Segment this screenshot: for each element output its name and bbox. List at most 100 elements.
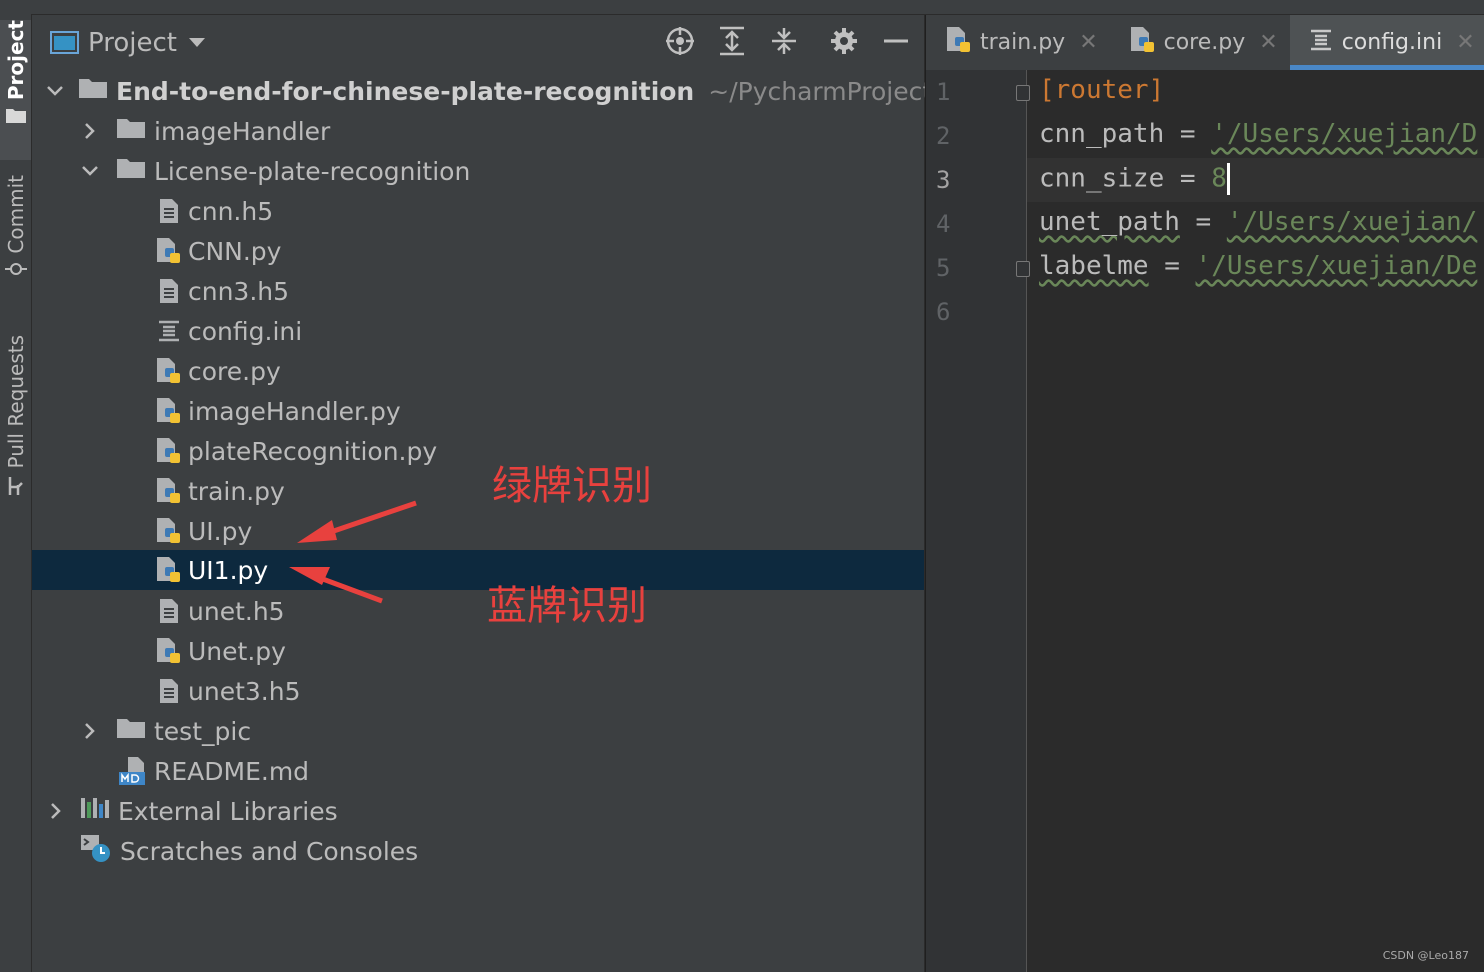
code-line-2[interactable]: cnn_path = '/Users/xuejian/D (1039, 119, 1477, 149)
code-operator: = (1164, 251, 1180, 281)
tree-item-label: CNN.py (188, 236, 282, 266)
tab-label: core.py (1163, 30, 1246, 55)
tab-config-ini[interactable]: config.ini ✕ (1289, 15, 1484, 70)
tab-core-py[interactable]: core.py ✕ (1110, 15, 1290, 70)
close-icon[interactable]: ✕ (1079, 30, 1097, 55)
tree-row-unet-py[interactable]: Unet.py (32, 631, 924, 671)
top-strip (31, 0, 1484, 15)
tree-row-cnn-h5[interactable]: cnn.h5 (32, 191, 924, 231)
code-line-3[interactable]: cnn_size = 8 (1039, 163, 1230, 195)
tree-row-external-libraries[interactable]: External Libraries (32, 791, 924, 831)
chevron-down-icon[interactable] (80, 161, 100, 181)
expand-all-icon[interactable] (716, 25, 748, 57)
chevron-right-icon[interactable] (46, 801, 66, 821)
code-line-5[interactable]: labelme = '/Users/xuejian/De (1039, 251, 1477, 281)
python-file-icon (156, 236, 182, 266)
chevron-right-icon[interactable] (80, 121, 100, 141)
commit-icon (4, 262, 27, 275)
tab-label: config.ini (1341, 30, 1443, 55)
code-line-4[interactable]: unet_path = '/Users/xuejian/ (1039, 207, 1477, 237)
python-file-icon (946, 26, 972, 60)
gear-icon[interactable] (828, 25, 860, 57)
tree-item-label: plateRecognition.py (188, 436, 438, 466)
tool-window-strip: Project Commit Pull Requests (0, 0, 32, 972)
tree-row-core-py[interactable]: core.py (32, 351, 924, 391)
sidebar-tab-project-label: Project (3, 20, 28, 101)
chevron-right-icon[interactable] (80, 721, 100, 741)
tree-item-label: UI1.py (188, 555, 269, 585)
folder-icon (116, 716, 146, 746)
library-icon (80, 796, 110, 826)
markdown-file-icon (118, 756, 148, 786)
line-number: 2 (936, 122, 951, 150)
locate-icon[interactable] (664, 25, 696, 57)
line-number: 4 (936, 210, 951, 238)
tree-row-license-plate-recognition[interactable]: License-plate-recognition (32, 151, 924, 191)
file-icon (156, 596, 182, 626)
sidebar-tab-commit-label: Commit (3, 175, 28, 254)
editor-panel: train.py ✕ core.py ✕ config.ini ✕ 1 2 3 … (925, 15, 1484, 972)
file-icon (156, 276, 182, 306)
collapse-all-icon[interactable] (768, 25, 800, 57)
code-operator: = (1179, 163, 1196, 194)
fold-marker-icon[interactable] (1016, 85, 1030, 101)
code-value: '/Users/xuejian/De (1195, 251, 1478, 281)
close-icon[interactable]: ✕ (1259, 30, 1277, 55)
config-file-icon (156, 316, 182, 346)
folder-icon (116, 116, 146, 146)
python-file-icon (156, 436, 182, 466)
tree-item-label: Scratches and Consoles (120, 836, 419, 866)
tree-row-train-py[interactable]: train.py (32, 471, 924, 511)
tree-item-label: test_pic (154, 716, 252, 746)
line-number-gutter: 1 2 3 4 5 6 (926, 70, 1027, 972)
project-window-icon (50, 30, 79, 54)
editor-tabbar: train.py ✕ core.py ✕ config.ini ✕ (926, 15, 1484, 70)
code-key: unet_path (1039, 207, 1180, 237)
sidebar-tab-project[interactable]: Project (0, 20, 31, 160)
project-panel-title[interactable]: Project (88, 28, 177, 58)
tree-item-label: imageHandler.py (188, 396, 401, 426)
tree-item-label: config.ini (188, 316, 303, 346)
tree-item-label: cnn.h5 (188, 196, 274, 226)
pull-request-icon (8, 476, 23, 495)
tree-row-test-pic[interactable]: test_pic (32, 711, 924, 751)
close-icon[interactable]: ✕ (1456, 30, 1474, 55)
sidebar-tab-commit[interactable]: Commit (0, 175, 31, 295)
tree-row-ui1-py[interactable]: UI1.py (32, 550, 924, 590)
chevron-down-icon[interactable] (188, 38, 205, 47)
tree-item-label: cnn3.h5 (188, 276, 290, 306)
chevron-down-icon[interactable] (46, 81, 64, 101)
tree-row-readme-md[interactable]: README.md (32, 751, 924, 791)
tree-row-ui-py[interactable]: UI.py (32, 511, 924, 551)
code-operator: = (1179, 119, 1196, 149)
tab-train-py[interactable]: train.py ✕ (926, 15, 1110, 70)
tree-item-label: unet.h5 (188, 596, 285, 626)
tree-item-label: unet3.h5 (188, 676, 301, 706)
tree-item-label: License-plate-recognition (154, 156, 471, 186)
tree-row-root[interactable]: End-to-end-for-chinese-plate-recognition… (32, 71, 969, 111)
file-icon (156, 676, 182, 706)
tree-row-config-ini[interactable]: config.ini (32, 311, 924, 351)
sidebar-tab-pull-requests[interactable]: Pull Requests (0, 335, 31, 515)
tree-row-cnn3-h5[interactable]: cnn3.h5 (32, 271, 924, 311)
tree-row-imagehandler-py[interactable]: imageHandler.py (32, 391, 924, 431)
tree-item-label: train.py (188, 476, 285, 506)
code-operator: = (1195, 207, 1212, 237)
annotation-green-plate: 绿牌识别 (492, 463, 652, 509)
line-number: 6 (936, 298, 951, 326)
tree-row-platerecognition-py[interactable]: plateRecognition.py (32, 431, 924, 471)
tree-row-scratches[interactable]: Scratches and Consoles (32, 831, 924, 871)
hide-icon[interactable] (880, 25, 912, 57)
fold-marker-icon[interactable] (1016, 261, 1030, 277)
text-caret (1226, 163, 1230, 195)
tree-item-label: External Libraries (118, 796, 338, 826)
project-toolbar (664, 25, 912, 57)
tree-row-imagehandler[interactable]: imageHandler (32, 111, 924, 151)
tree-row-unet3-h5[interactable]: unet3.h5 (32, 671, 924, 711)
python-file-icon (156, 555, 182, 585)
code-key: cnn_size (1039, 163, 1165, 194)
code-line-1[interactable]: [router] (1039, 75, 1164, 105)
tree-row-cnn-py[interactable]: CNN.py (32, 231, 924, 271)
tree-item-label: README.md (154, 756, 310, 786)
tree-row-unet-h5[interactable]: unet.h5 (32, 591, 924, 631)
